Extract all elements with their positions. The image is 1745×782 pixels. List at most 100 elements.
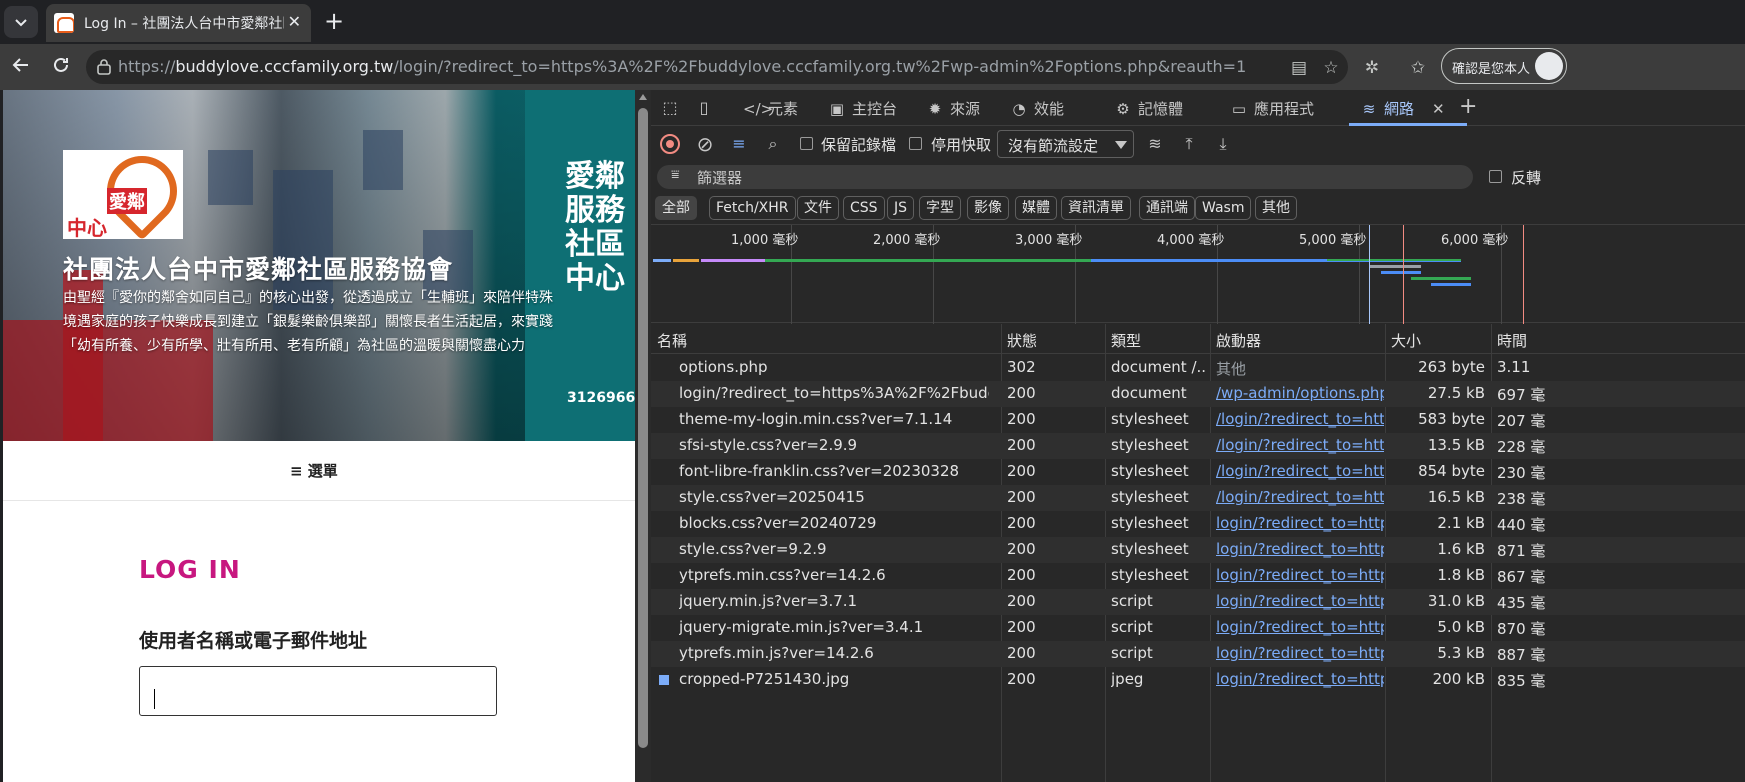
table-row[interactable]: cropped-P7251430.jpg 200 jpeg login/?redire… [651,667,1745,693]
table-row[interactable]: ytprefs.min.css?ver=14.2.6 200 stylesheet l… [651,563,1745,589]
cell-initiator[interactable]: login/?redirect_to=https [1216,540,1384,558]
table-row[interactable]: theme-my-login.min.css?ver=7.1.14 200 styl… [651,407,1745,433]
disable-cache-checkbox[interactable] [909,137,922,150]
cell-status: 200 [1007,670,1036,688]
cell-initiator[interactable]: login/?redirect_to=https [1216,592,1384,610]
filter-chip-manifest[interactable]: 資訊清單 [1061,196,1131,220]
filter-chip-font[interactable]: 字型 [919,196,961,220]
cell-initiator[interactable]: login/?redirect_to=https [1216,514,1384,532]
table-row[interactable]: ytprefs.min.js?ver=14.2.6 200 script login/… [651,641,1745,667]
site-logo[interactable]: 愛鄰 中心 [63,141,192,241]
tab-memory[interactable]: ⚙ 記憶體 [1113,98,1183,119]
table-row[interactable]: font-libre-franklin.css?ver=20230328 200 s… [651,459,1745,485]
tab-console[interactable]: ▣ 主控台 [827,98,897,119]
inspect-element-icon[interactable]: ⬚ [659,97,681,119]
extensions-icon[interactable]: ✲ [1362,58,1382,78]
new-tab-button[interactable]: + [320,8,348,36]
filter-chip-css[interactable]: CSS [843,196,885,220]
filter-input[interactable]: ⩸ 篩選器 [657,165,1473,189]
username-input[interactable] [139,666,497,716]
scrollbar-thumb[interactable] [638,108,648,748]
filter-chip-all[interactable]: 全部 [655,196,697,220]
cell-initiator[interactable]: login/?redirect_to=https [1216,618,1384,636]
filter-toggle-icon[interactable]: ≡ [728,133,750,155]
column-size[interactable]: 大小 [1391,330,1421,351]
favorites-icon[interactable]: ✩ [1408,58,1428,78]
device-toolbar-icon[interactable]: ▯ [693,97,715,119]
cell-initiator[interactable]: /login/?redirect_to=http [1216,410,1384,428]
filter-chip-media[interactable]: 媒體 [1015,196,1057,220]
cell-initiator[interactable]: /login/?redirect_to=http [1216,488,1384,506]
cell-initiator[interactable]: /login/?redirect_to=http [1216,436,1384,454]
reload-button[interactable] [48,54,74,80]
cell-status: 200 [1007,514,1036,532]
search-icon[interactable]: ⌕ [762,133,784,155]
record-button[interactable] [660,134,680,154]
cell-size: 854 byte [1418,462,1485,480]
close-tab-icon[interactable]: ✕ [288,12,301,31]
clear-icon[interactable]: ⊘ [694,133,716,155]
profile-button[interactable]: 確認是您本人 [1441,48,1567,84]
tab-network[interactable]: ≋ 網路 ✕ [1359,98,1445,119]
table-row[interactable]: blocks.css?ver=20240729 200 stylesheet logi… [651,511,1745,537]
filter-chip-fetch[interactable]: Fetch/XHR [709,196,796,220]
table-row[interactable]: jquery-migrate.min.js?ver=3.4.1 200 script… [651,615,1745,641]
table-row[interactable]: style.css?ver=20250415 200 stylesheet/logi… [651,485,1745,511]
cell-initiator[interactable]: login/?redirect_to=https [1216,670,1384,688]
import-har-icon[interactable]: ⤒ [1178,133,1200,155]
network-overview-timeline[interactable]: 1,000 毫秒 2,000 毫秒 3,000 毫秒 4,000 毫秒 5,00… [651,224,1745,324]
export-har-icon[interactable]: ⤓ [1212,133,1234,155]
tab-sources[interactable]: ✹ 來源 [925,98,980,119]
page-scrollbar[interactable] [635,90,651,782]
site-info-icon[interactable] [96,58,112,76]
filter-chip-img[interactable]: 影像 [967,196,1009,220]
table-row[interactable]: style.css?ver=9.2.9 200 stylesheet login/?r… [651,537,1745,563]
network-conditions-icon[interactable]: ≋ [1144,133,1166,155]
cell-name: ytprefs.min.css?ver=14.2.6 [679,566,886,584]
cell-time: 3.11 [1497,358,1531,376]
cell-initiator[interactable]: login/?redirect_to=https [1216,644,1384,662]
scroll-up-icon[interactable] [639,94,647,100]
site-title[interactable]: 社團法人台中市愛鄰社區服務協會 [63,250,453,286]
back-button[interactable] [8,54,34,80]
menu-toggle[interactable]: ≡ 選單 [3,441,635,501]
throttling-select[interactable]: 沒有節流設定 [997,130,1134,158]
gauge-icon: ◔ [1012,100,1026,118]
column-type[interactable]: 類型 [1111,330,1141,351]
cell-status: 200 [1007,540,1036,558]
address-bar[interactable]: https://buddylove.cccfamily.org.tw/login… [86,50,1348,84]
column-initiator[interactable]: 啟動器 [1216,330,1261,351]
filter-chip-ws[interactable]: 通訊端 [1139,196,1195,220]
cell-name: font-libre-franklin.css?ver=20230328 [679,462,960,480]
tab-search-button[interactable] [4,6,38,38]
tab-performance[interactable]: ◔ 效能 [1009,98,1064,119]
table-row[interactable]: sfsi-style.css?ver=2.9.9 200 stylesheet/lo… [651,433,1745,459]
column-time[interactable]: 時間 [1497,330,1527,351]
table-row[interactable]: login/?redirect_to=https%3A%2F%2Fbudd...… [651,381,1745,407]
tab-elements[interactable]: </>元素 [743,98,798,119]
tab-application[interactable]: ▭ 應用程式 [1229,98,1314,119]
invert-checkbox[interactable] [1489,170,1502,183]
column-name[interactable]: 名稱 [657,330,687,351]
more-tabs-button[interactable]: + [1459,94,1477,119]
cell-size: 31.0 kB [1427,592,1485,610]
filter-chip-js[interactable]: JS [887,196,915,220]
close-tab-icon[interactable]: ✕ [1432,100,1445,118]
devtools-tab-bar: ⬚ ▯ </>元素 ▣ 主控台 ✹ 來源 ◔ 效能 ⚙ 記憶體 ▭ 應用程式 ≋ 網路 ✕ + [651,90,1745,126]
cell-time: 697 毫 [1497,386,1546,404]
cell-initiator[interactable]: login/?redirect_to=https [1216,566,1384,584]
column-status[interactable]: 狀態 [1007,330,1037,351]
cell-initiator[interactable]: /wp-admin/options.php [1216,384,1384,402]
cell-initiator[interactable]: /login/?redirect_to=http [1216,462,1384,480]
reading-mode-icon[interactable]: ▤ [1289,58,1309,78]
filter-chip-doc[interactable]: 文件 [797,196,839,220]
browser-tab[interactable]: Log In – 社團法人台中市愛鄰社區服務協會 ✕ [46,4,311,42]
table-row[interactable]: options.php 302 document /... 其他 263 byte 3.1… [651,355,1745,381]
preserve-log-checkbox[interactable] [800,137,813,150]
timeline-tick: 3,000 毫秒 [1015,233,1083,248]
star-icon[interactable]: ☆ [1321,58,1341,78]
filter-chip-other[interactable]: 其他 [1255,196,1297,220]
url-scheme: https:// [118,57,176,76]
filter-chip-wasm[interactable]: Wasm [1195,196,1252,220]
table-row[interactable]: jquery.min.js?ver=3.7.1 200 script login/?r… [651,589,1745,615]
